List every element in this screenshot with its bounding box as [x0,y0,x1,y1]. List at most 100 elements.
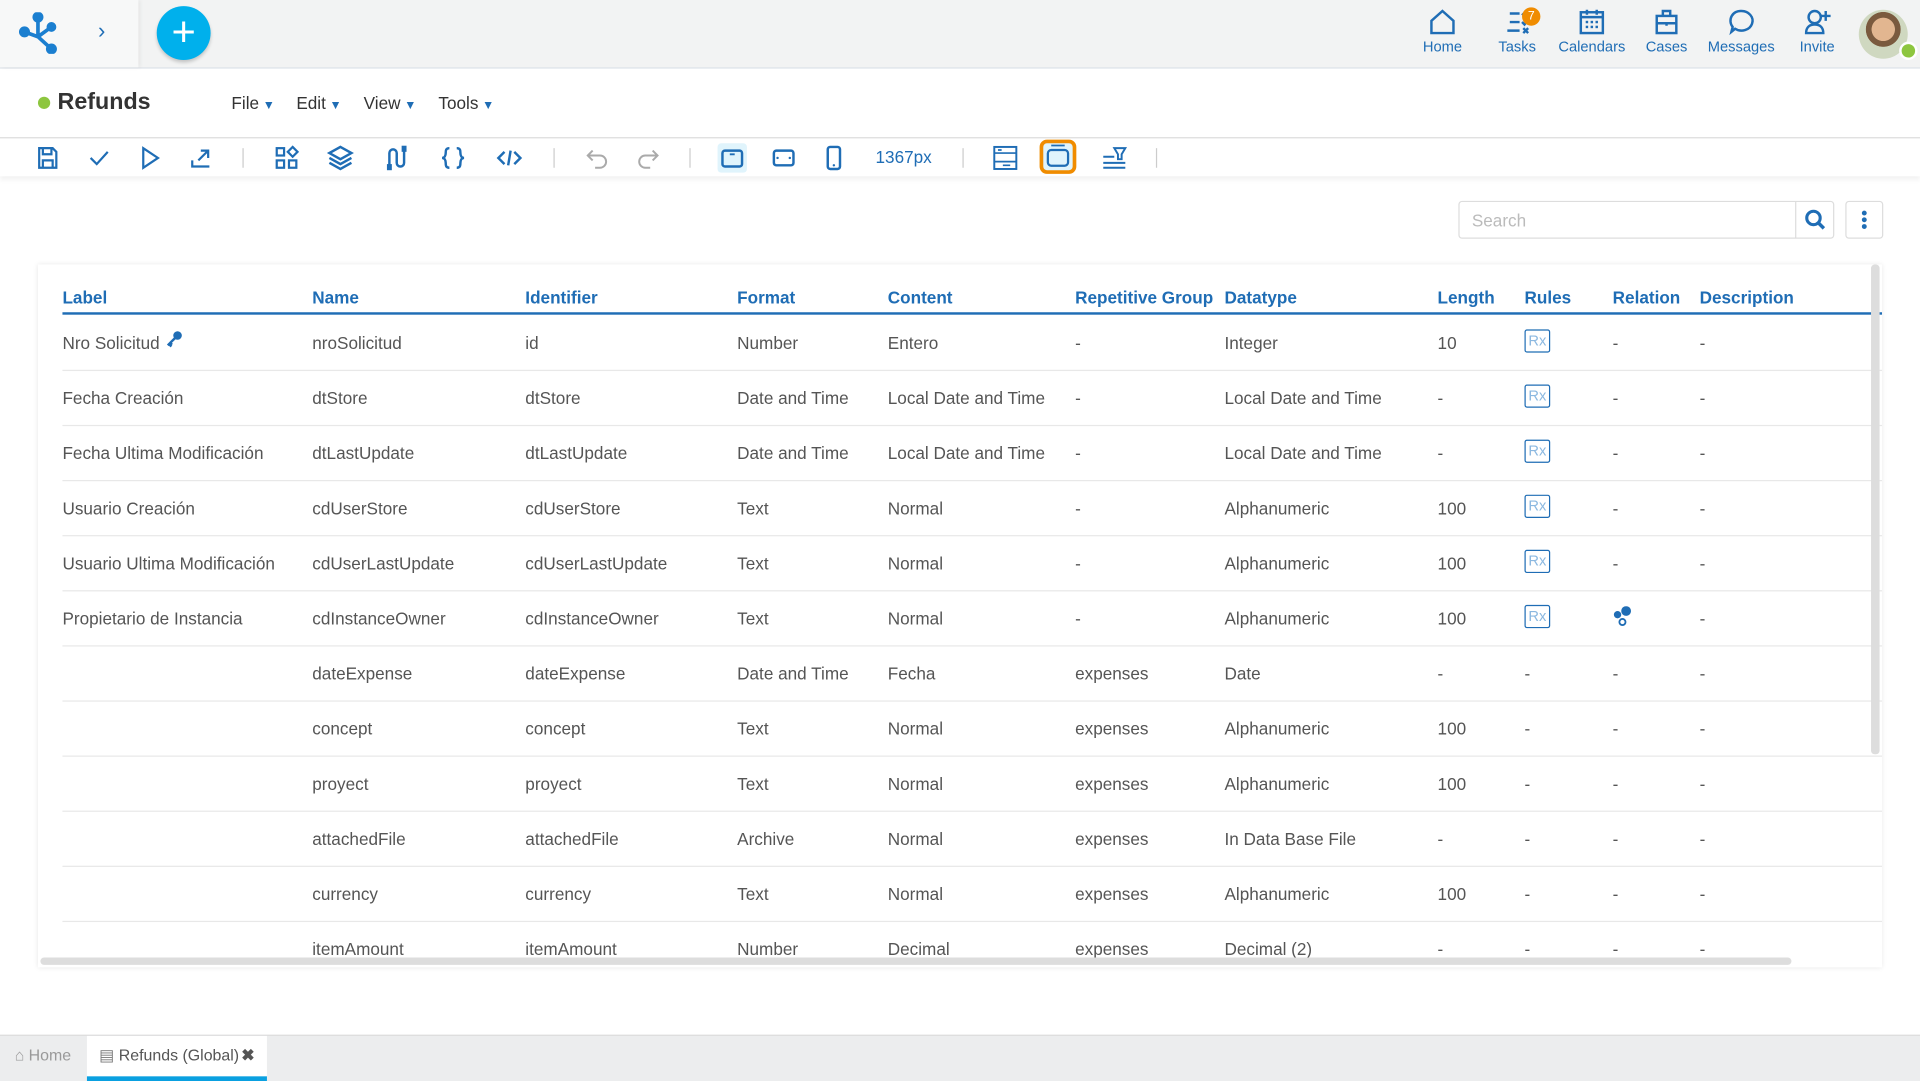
nav-tasks[interactable]: 7 Tasks [1480,7,1553,55]
layers-button[interactable] [326,143,355,172]
menu-edit[interactable]: Edit ▼ [296,93,341,113]
rules-button[interactable]: Rx [1524,604,1551,629]
column-header[interactable]: Repetitive Group [1075,288,1213,308]
briefcase-icon [1655,9,1678,35]
tablet-view-button[interactable] [769,143,798,172]
table-row[interactable]: Usuario Ultima Modificación cdUserLastUpd… [62,535,1883,592]
expand-chevron-icon[interactable]: › [98,18,105,44]
cell-format: Date and Time [737,443,849,463]
nav-home[interactable]: Home [1406,7,1479,55]
cell-identifier: id [525,333,539,353]
nav-calendars[interactable]: Calendars [1555,7,1628,55]
table-row[interactable]: currency currency Text Normal expenses Alphan… [62,866,1883,923]
vertical-scrollbar[interactable] [1871,264,1880,755]
column-header[interactable]: Name [312,288,359,308]
cell-relation: - [1612,388,1619,408]
search-box [1458,200,1835,239]
chevron-down-icon: ▼ [262,99,275,113]
table-row[interactable]: Nro Solicitud nroSolicitud id Number Entero -… [62,315,1883,372]
cell-name: nroSolicitud [312,333,402,353]
table-row[interactable]: proyect proyect Text Normal expenses Alphanum… [62,756,1883,812]
cell-name: cdUserStore [312,498,408,518]
horizontal-scrollbar[interactable] [40,957,1792,965]
save-button[interactable] [33,143,62,172]
nav-invite[interactable]: Invite [1780,7,1853,55]
column-header[interactable]: Content [888,288,953,308]
toolbar: 1367px [0,137,1920,177]
cell-identifier: proyect [525,773,582,794]
rules-button[interactable]: Rx [1524,549,1551,574]
relation-icon[interactable] [1613,606,1635,628]
table-row[interactable]: Fecha Ultima Modificación dtLastUpdate dtL… [62,425,1883,482]
cell-format: Number [737,333,799,353]
search-icon [1805,209,1826,230]
filter-layout-button[interactable] [1100,143,1129,172]
nav-messages[interactable]: Messages [1704,7,1777,55]
add-button[interactable]: + [156,6,211,61]
publish-button[interactable] [186,143,215,172]
play-icon [142,146,160,170]
nav-cases[interactable]: Cases [1630,7,1703,55]
column-header[interactable]: Length [1438,288,1495,308]
redo-button[interactable] [633,143,662,172]
json-button[interactable] [438,143,467,172]
column-header[interactable]: Format [737,288,795,308]
data-model-view-button[interactable] [1039,139,1077,174]
tab-label: Home [28,1045,72,1065]
rules-button[interactable]: Rx [1524,384,1551,408]
column-header[interactable]: Datatype [1224,288,1296,308]
form-layout-button[interactable] [991,143,1020,172]
menu-file[interactable]: File ▼ [231,93,274,113]
integration-button[interactable] [381,143,410,172]
app-logo-icon[interactable] [17,12,61,54]
components-button[interactable] [272,143,301,172]
menu-label: Tools [438,93,479,113]
online-status-indicator [1899,41,1918,61]
close-tab-icon[interactable]: ✖ [241,1036,254,1075]
rules-button[interactable]: Rx [1524,439,1551,463]
menu-tools[interactable]: Tools ▼ [438,93,494,113]
rules-button[interactable]: Rx [1524,494,1551,518]
column-header[interactable]: Identifier [525,288,597,308]
braces-icon [441,146,465,169]
cell-identifier: cdUserStore [525,498,621,518]
table-row[interactable]: Propietario de Instancia cdInstanceOwner c… [62,590,1883,647]
tablet-icon [772,149,795,167]
nav-label: Calendars [1558,37,1626,56]
cell-format: Date and Time [737,388,849,408]
cell-name: currency [312,884,378,904]
search-button[interactable] [1795,202,1833,238]
undo-button[interactable] [583,143,612,172]
menu-view[interactable]: View ▼ [364,93,417,113]
verify-button[interactable] [84,143,113,172]
more-options-button[interactable] [1845,200,1884,239]
cell-relation: - [1612,663,1619,684]
desktop-view-button[interactable] [717,143,747,173]
table-row[interactable]: concept concept Text Normal expenses Alphanum… [62,700,1883,757]
tab-refunds-global[interactable]: ▤ Refunds (Global) ✖ [86,1035,267,1081]
table-row[interactable]: Fecha Creación dtStore dtStore Date and Tim… [62,370,1883,427]
search-input[interactable] [1469,209,1793,232]
column-header[interactable]: Label [62,288,107,308]
code-button[interactable] [495,143,524,172]
mobile-view-button[interactable] [819,143,848,172]
key-icon [165,331,182,352]
column-header[interactable]: Rules [1524,288,1571,308]
column-header[interactable]: Description [1700,288,1794,308]
cell-format: Text [737,773,769,794]
table-row[interactable]: attachedFile attachedFile Archive Normal exp… [62,811,1883,867]
tab-home[interactable]: ⌂ Home [0,1036,86,1081]
menu-label: File [231,93,260,113]
table-row[interactable]: Usuario Creación cdUserStore cdUserStore Te… [62,480,1883,537]
cell-description: - [1699,388,1706,408]
rules-button[interactable]: Rx [1524,329,1551,353]
run-button[interactable] [135,143,164,172]
table-row[interactable]: dateExpense dateExpense Date and Time Fecha… [62,645,1883,702]
column-header[interactable]: Relation [1613,288,1681,308]
cell-length: 100 [1437,884,1467,904]
nav-label: Cases [1645,37,1688,56]
cell-name: dtStore [312,388,368,408]
cell-datatype: Date [1224,663,1261,684]
cell-name: dateExpense [312,663,413,684]
bottom-tab-bar: ⌂ Home ▤ Refunds (Global) ✖ [0,1034,1920,1081]
